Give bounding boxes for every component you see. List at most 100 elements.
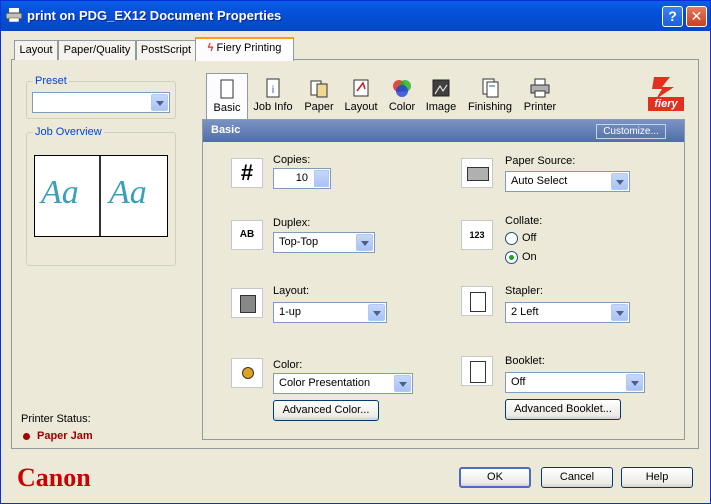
icon-tab-printer[interactable]: Printer [520, 73, 560, 119]
collate-on-label[interactable]: On [522, 251, 537, 263]
stapler-page-icon [461, 286, 493, 316]
icon-tab-layout[interactable]: Layout [342, 73, 380, 119]
stapler-select[interactable]: 2 Left [505, 302, 630, 323]
copies-spinner[interactable]: 10 [273, 168, 331, 189]
advanced-color-button[interactable]: Advanced Color... [273, 400, 379, 421]
layout-page-icon [231, 288, 263, 318]
preview-page-left: Aa [35, 156, 101, 236]
chevron-down-icon[interactable] [626, 374, 643, 391]
icon-tab-basic-label: Basic [213, 102, 241, 114]
booklet-value: Off [511, 376, 526, 388]
layout-select[interactable]: 1-up [273, 302, 387, 323]
paper-source-label: Paper Source: [505, 155, 576, 167]
chevron-down-icon[interactable] [151, 94, 168, 111]
duplex-select[interactable]: Top-Top [273, 232, 375, 253]
stapler-label: Stapler: [505, 285, 543, 297]
color-page-icon [231, 358, 263, 388]
tab-paper-quality[interactable]: Paper/Quality [58, 40, 136, 60]
collate-off-radio[interactable] [505, 232, 518, 245]
icon-tab-basic[interactable]: Basic [206, 73, 248, 119]
tab-fiery-printing[interactable]: ϟ Fiery Printing [195, 37, 294, 61]
printer-status-value: Paper Jam [37, 430, 93, 442]
icon-tab-image[interactable]: Image [424, 73, 458, 119]
customize-button[interactable]: Customize... [596, 124, 666, 139]
svg-text:i: i [272, 85, 275, 96]
document-properties-window: print on PDG_EX12 Document Properties ? … [0, 0, 711, 504]
icon-tab-paper-label: Paper [304, 101, 334, 113]
close-button[interactable]: ✕ [686, 6, 707, 27]
status-dot-icon [23, 433, 30, 440]
tab-fiery-printing-label: Fiery Printing [216, 42, 282, 54]
icon-tab-layout-label: Layout [344, 101, 378, 113]
copies-value: 10 [295, 172, 308, 184]
help-button[interactable]: Help [621, 467, 693, 488]
icon-tab-strip: Basic i Job Info Paper Layout Color Imag… [206, 73, 606, 119]
chevron-down-icon[interactable] [394, 375, 411, 392]
job-preview: Aa Aa [34, 155, 168, 237]
basic-header: Basic Customize... [203, 120, 684, 142]
icon-tab-paper[interactable]: Paper [300, 73, 338, 119]
printer-icon [530, 78, 550, 98]
duplex-label: Duplex: [273, 217, 311, 229]
paper-source-select[interactable]: Auto Select [505, 171, 630, 192]
chevron-down-icon[interactable] [611, 173, 628, 190]
layout-icon [353, 79, 369, 97]
icon-tab-color-label: Color [388, 101, 416, 113]
preset-group: Preset [26, 75, 176, 119]
duplex-icon: AB [231, 220, 263, 250]
icon-tab-job-info-label: Job Info [253, 101, 293, 113]
help-title-button[interactable]: ? [662, 6, 683, 27]
collate-label: Collate: [505, 215, 543, 227]
icon-tab-image-label: Image [425, 101, 457, 113]
layout-label: Layout: [273, 285, 310, 297]
icon-tab-color[interactable]: Color [386, 73, 418, 119]
tab-layout[interactable]: Layout [14, 40, 58, 60]
ok-button[interactable]: OK [459, 467, 531, 488]
fiery-flame-icon [652, 77, 674, 99]
collate-on-radio[interactable] [505, 251, 518, 264]
basic-settings-panel: Basic Customize... # Copies: 10 AB Duple… [202, 119, 685, 440]
job-overview-group: Job Overview Aa Aa [26, 126, 176, 266]
icon-tab-printer-label: Printer [523, 101, 557, 113]
window-title: print on PDG_EX12 Document Properties [27, 8, 282, 23]
canon-logo: Canon [17, 463, 91, 492]
printer-status-label: Printer Status: [21, 413, 91, 425]
chevron-down-icon[interactable] [611, 304, 628, 321]
icon-tab-finishing[interactable]: Finishing [466, 73, 514, 119]
booklet-icon [461, 356, 493, 386]
paper-source-icon [461, 158, 493, 188]
cancel-button[interactable]: Cancel [541, 467, 613, 488]
booklet-label: Booklet: [505, 355, 545, 367]
chevron-down-icon[interactable] [356, 234, 373, 251]
advanced-booklet-button[interactable]: Advanced Booklet... [505, 399, 621, 420]
fiery-logo-text: fiery [648, 97, 684, 111]
basic-header-label: Basic [211, 124, 241, 136]
paper-source-value: Auto Select [511, 175, 568, 187]
preset-label: Preset [33, 75, 69, 87]
duplex-value: Top-Top [279, 236, 319, 248]
chevron-down-icon[interactable] [368, 304, 385, 321]
title-bar[interactable]: print on PDG_EX12 Document Properties ? … [1, 1, 710, 31]
layout-value: 1-up [279, 306, 302, 318]
color-label: Color: [273, 359, 303, 371]
spin-arrows-icon[interactable] [314, 170, 329, 187]
image-icon [432, 79, 450, 97]
collate-icon: 123 [461, 220, 493, 250]
tab-postscript[interactable]: PostScript [136, 40, 196, 60]
fiery-logo: fiery [648, 77, 684, 113]
color-wheel-icon [393, 80, 411, 97]
preset-select[interactable] [32, 92, 170, 113]
copies-label: Copies: [273, 154, 311, 166]
collate-off-label[interactable]: Off [522, 232, 536, 244]
copies-hash-icon: # [231, 158, 263, 188]
color-select[interactable]: Color Presentation [273, 373, 413, 394]
icon-tab-finishing-label: Finishing [467, 101, 513, 113]
icon-tab-job-info[interactable]: i Job Info [250, 73, 296, 119]
info-page-icon: i [266, 78, 280, 98]
finishing-icon [482, 78, 499, 98]
blank-page-icon [220, 79, 234, 99]
color-value: Color Presentation [279, 377, 371, 389]
printer-icon [6, 8, 22, 22]
booklet-select[interactable]: Off [505, 372, 645, 393]
preview-text-right: Aa [109, 174, 147, 211]
